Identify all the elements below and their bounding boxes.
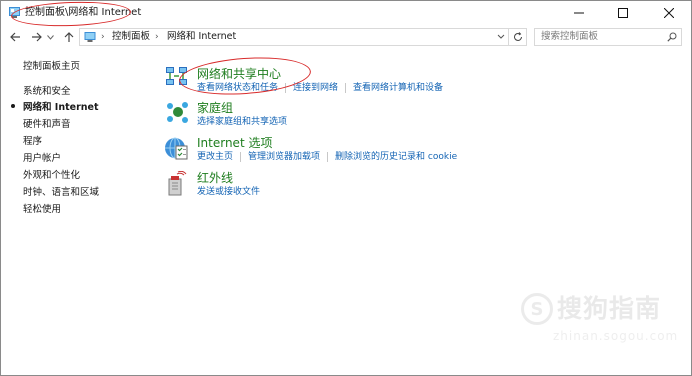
back-button[interactable] [7,28,23,46]
watermark: S 搜狗指南 zhinan.sogou.com [521,291,677,351]
sidebar-item-user-accounts[interactable]: 用户帐户 [23,153,61,165]
link-homegroup-sharing-options[interactable]: 选择家庭组和共享选项 [197,117,287,127]
category-links-homegroup: 选择家庭组和共享选项 [197,116,287,128]
address-bar[interactable]: › 控制面板 › 网络和 Internet [79,28,509,46]
sidebar-item-system-security[interactable]: 系统和安全 [23,86,71,98]
breadcrumb-separator: › [101,32,105,42]
chevron-down-icon [46,34,54,40]
forward-button[interactable] [28,28,44,46]
sidebar-item-network-internet[interactable]: 网络和 Internet [23,102,99,114]
link-delete-browsing-history[interactable]: 删除浏览的历史记录和 cookie [335,152,457,162]
control-panel-icon [84,32,96,42]
homegroup-icon[interactable] [164,99,190,125]
category-title-homegroup[interactable]: 家庭组 [197,101,233,116]
breadcrumb-separator: › [155,32,159,42]
forward-arrow-icon [31,32,42,42]
up-arrow-icon [64,31,74,42]
control-panel-window: 控制面板\网络和 Internet › 控制面板 › 网络和 Internet … [0,0,692,376]
search-icon[interactable] [667,32,677,42]
sidebar-item-ease-of-access[interactable]: 轻松使用 [23,204,61,216]
close-icon [664,8,674,18]
breadcrumb-control-panel[interactable]: 控制面板 [112,31,150,43]
up-button[interactable] [61,28,77,46]
address-dropdown-icon[interactable] [497,31,505,43]
recent-locations-button[interactable] [45,28,55,46]
watermark-url: zhinan.sogou.com [553,329,679,343]
watermark-text: 搜狗指南 [557,294,662,323]
back-arrow-icon [9,32,20,42]
active-item-bullet [11,104,15,108]
maximize-icon [618,8,628,18]
sidebar-item-home[interactable]: 控制面板主页 [23,61,80,73]
link-divider [327,151,329,162]
close-button[interactable] [647,1,691,25]
minimize-button[interactable] [557,1,601,25]
navigation-bar: › 控制面板 › 网络和 Internet 搜索控制面板 [1,25,691,49]
search-box[interactable]: 搜索控制面板 [534,28,682,46]
minimize-icon [574,12,584,14]
sidebar-item-programs[interactable]: 程序 [23,136,42,148]
link-view-network-computers[interactable]: 查看网络计算机和设备 [353,83,443,93]
category-title-infrared[interactable]: 红外线 [197,171,233,186]
link-divider [240,151,242,162]
link-connect-to-network[interactable]: 连接到网络 [293,83,338,93]
refresh-icon [513,32,522,41]
link-divider [345,82,347,93]
refresh-button[interactable] [509,28,527,46]
watermark-logo: S [521,293,553,325]
category-links-infrared: 发送或接收文件 [197,186,260,198]
infrared-icon[interactable] [164,171,190,197]
maximize-button[interactable] [601,1,645,25]
sidebar-item-clock-language-region[interactable]: 时钟、语言和区域 [23,187,99,199]
link-change-homepage[interactable]: 更改主页 [197,152,233,162]
link-manage-addons[interactable]: 管理浏览器加载项 [248,152,320,162]
sidebar-item-hardware-sound[interactable]: 硬件和声音 [23,119,71,131]
sidebar-item-appearance[interactable]: 外观和个性化 [23,170,80,182]
category-title-internet-options[interactable]: Internet 选项 [197,136,272,151]
category-links-internet-options: 更改主页 管理浏览器加载项 删除浏览的历史记录和 cookie [197,151,457,163]
breadcrumb-network-internet[interactable]: 网络和 Internet [167,31,236,43]
internet-options-icon[interactable] [164,136,190,162]
link-send-receive-files[interactable]: 发送或接收文件 [197,187,260,197]
search-placeholder: 搜索控制面板 [541,31,599,42]
